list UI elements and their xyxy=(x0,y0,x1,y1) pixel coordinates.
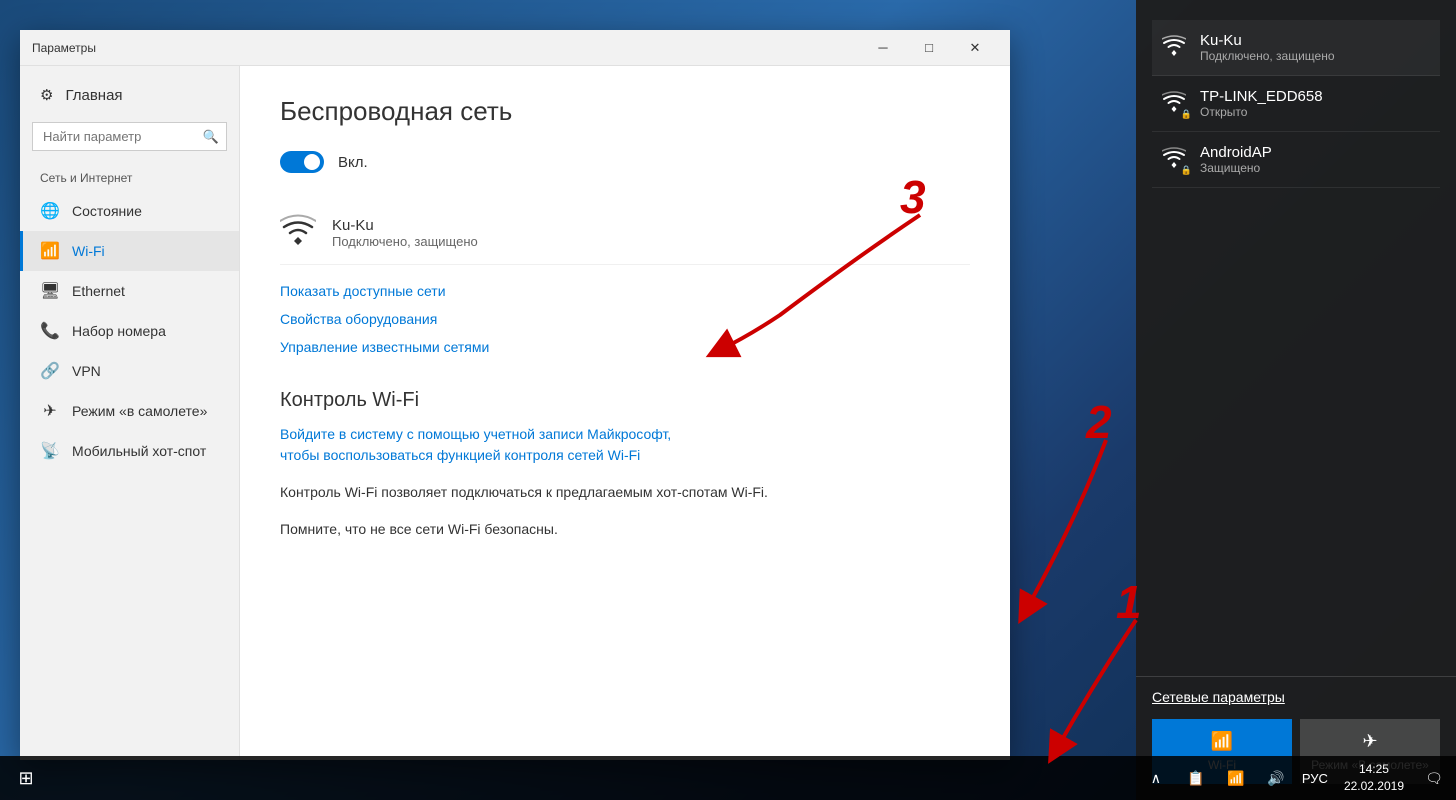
taskbar: ⊞ ∧ 📋 📶 🔊 РУС 14:25 22.02.2019 🗨 xyxy=(0,756,1456,800)
flyout-net-info-tplink: TP-LINK_EDD658 Открыто xyxy=(1200,88,1323,119)
flyout-net-name: TP-LINK_EDD658 xyxy=(1200,88,1323,105)
search-icon: 🔍 xyxy=(203,129,219,145)
wifi-tile-icon: 📶 xyxy=(1211,731,1233,752)
network-name: Ku-Ku xyxy=(332,217,478,234)
notification-icon[interactable]: 🗨 xyxy=(1416,758,1452,798)
wifi-connected-icon xyxy=(1160,34,1188,62)
sidebar-item-label: Состояние xyxy=(72,203,142,219)
airplane-tile-icon: ✈ xyxy=(1362,731,1377,752)
sidebar-item-label: Набор номера xyxy=(72,323,166,339)
manage-networks-button[interactable]: Управление известными сетями xyxy=(280,333,489,361)
wifi-android-icon: 🔒 xyxy=(1160,146,1188,174)
flyout-net-status: Защищено xyxy=(1200,161,1272,175)
flyout-net-status: Открыто xyxy=(1200,105,1323,119)
sidebar-section-label: Сеть и Интернет xyxy=(20,159,239,191)
phone-icon: 📞 xyxy=(40,321,60,341)
flyout-net-name: AndroidAP xyxy=(1200,144,1272,161)
sidebar-search-container: 🔍 xyxy=(32,122,227,151)
taskbar-right: ∧ 📋 📶 🔊 РУС 14:25 22.02.2019 🗨 xyxy=(1138,758,1452,798)
flyout-network-tplink[interactable]: 🔒 TP-LINK_EDD658 Открыто xyxy=(1152,76,1440,132)
window-title: Параметры xyxy=(32,41,96,55)
flyout-net-name: Ku-Ku xyxy=(1200,32,1335,49)
airplane-icon: ✈ xyxy=(40,401,60,421)
sidebar-item-label: Мобильный хот-спот xyxy=(72,443,206,459)
sidebar-item-label: VPN xyxy=(72,363,101,379)
taskbar-left: ⊞ xyxy=(4,756,48,800)
tray-wifi-icon[interactable]: 📶 xyxy=(1218,758,1254,798)
main-content: Беспроводная сеть Вкл. xyxy=(240,66,1010,760)
search-input[interactable] xyxy=(32,122,227,151)
sidebar-item-wifi[interactable]: 📶 Wi-Fi xyxy=(20,231,239,271)
flyout-network-androidap[interactable]: 🔒 AndroidAP Защищено xyxy=(1152,132,1440,188)
wifi-secured-icon: 🔒 xyxy=(1160,90,1188,118)
flyout-net-info-android: AndroidAP Защищено xyxy=(1200,144,1272,175)
sidebar-item-label: Режим «в самолете» xyxy=(72,403,207,419)
minimize-button[interactable]: ─ xyxy=(860,32,906,64)
flyout-networks-list: Ku-Ku Подключено, защищено 🔒 TP-LINK_ xyxy=(1136,0,1456,676)
taskbar-language[interactable]: РУС xyxy=(1298,771,1332,786)
connected-network-card: Ku-Ku Подключено, защищено xyxy=(280,201,970,265)
wifi-toggle[interactable] xyxy=(280,151,324,173)
wifi-toggle-row: Вкл. xyxy=(280,151,970,173)
window-controls: ─ □ ✕ xyxy=(860,32,998,64)
sidebar-item-airplane[interactable]: ✈ Режим «в самолете» xyxy=(20,391,239,431)
wifi-control-title: Контроль Wi-Fi xyxy=(280,389,970,412)
desktop: Параметры ─ □ ✕ ⚙ Главная 🔍 Сеть и Интер… xyxy=(0,0,1456,800)
network-info: Ku-Ku Подключено, защищено xyxy=(332,217,478,249)
wifi-icon: 📶 xyxy=(40,241,60,261)
gear-icon: ⚙ xyxy=(40,86,53,104)
hotspot-icon: 📡 xyxy=(40,441,60,461)
toggle-label: Вкл. xyxy=(338,154,368,171)
sidebar-item-status[interactable]: 🌐 Состояние xyxy=(20,191,239,231)
taskbar-date: 22.02.2019 xyxy=(1344,778,1404,795)
wifi-signal-icon xyxy=(280,213,316,252)
sidebar-item-vpn[interactable]: 🔗 VPN xyxy=(20,351,239,391)
sidebar-item-label: Ethernet xyxy=(72,283,125,299)
network-status: Подключено, защищено xyxy=(332,234,478,249)
show-networks-button[interactable]: Показать доступные сети xyxy=(280,277,446,305)
close-button[interactable]: ✕ xyxy=(952,32,998,64)
sidebar-item-label: Wi-Fi xyxy=(72,243,105,259)
vpn-icon: 🔗 xyxy=(40,361,60,381)
sidebar-item-dialup[interactable]: 📞 Набор номера xyxy=(20,311,239,351)
tray-expand-icon[interactable]: ∧ xyxy=(1138,758,1174,798)
tray-clipboard-icon[interactable]: 📋 xyxy=(1178,758,1214,798)
svg-text:2: 2 xyxy=(1085,396,1112,448)
titlebar: Параметры ─ □ ✕ xyxy=(20,30,1010,66)
wifi-security-notice: Помните, что не все сети Wi-Fi безопасны… xyxy=(280,519,970,540)
wifi-control-link[interactable]: Войдите в систему с помощью учетной запи… xyxy=(280,424,970,466)
start-button[interactable]: ⊞ xyxy=(4,756,48,800)
adapter-props-button[interactable]: Свойства оборудования xyxy=(280,305,437,333)
flyout-network-kuku[interactable]: Ku-Ku Подключено, защищено xyxy=(1152,20,1440,76)
network-flyout: Ku-Ku Подключено, защищено 🔒 TP-LINK_ xyxy=(1136,0,1456,800)
sidebar: ⚙ Главная 🔍 Сеть и Интернет 🌐 Состояние … xyxy=(20,66,240,760)
taskbar-clock[interactable]: 14:25 22.02.2019 xyxy=(1336,761,1412,795)
settings-window: Параметры ─ □ ✕ ⚙ Главная 🔍 Сеть и Интер… xyxy=(20,30,1010,760)
page-title: Беспроводная сеть xyxy=(280,96,970,127)
ethernet-icon: 🖥 xyxy=(40,281,60,301)
home-label: Главная xyxy=(65,87,122,104)
sidebar-item-ethernet[interactable]: 🖥 Ethernet xyxy=(20,271,239,311)
flyout-net-status: Подключено, защищено xyxy=(1200,49,1335,63)
network-settings-link[interactable]: Сетевые параметры xyxy=(1152,689,1440,705)
window-body: ⚙ Главная 🔍 Сеть и Интернет 🌐 Состояние … xyxy=(20,66,1010,760)
globe-icon: 🌐 xyxy=(40,201,60,221)
sidebar-home[interactable]: ⚙ Главная xyxy=(20,76,239,114)
sidebar-item-hotspot[interactable]: 📡 Мобильный хот-спот xyxy=(20,431,239,471)
maximize-button[interactable]: □ xyxy=(906,32,952,64)
flyout-net-info-kuku: Ku-Ku Подключено, защищено xyxy=(1200,32,1335,63)
wifi-control-description: Контроль Wi-Fi позволяет подключаться к … xyxy=(280,482,970,503)
tray-volume-icon[interactable]: 🔊 xyxy=(1258,758,1294,798)
taskbar-time: 14:25 xyxy=(1344,761,1404,778)
